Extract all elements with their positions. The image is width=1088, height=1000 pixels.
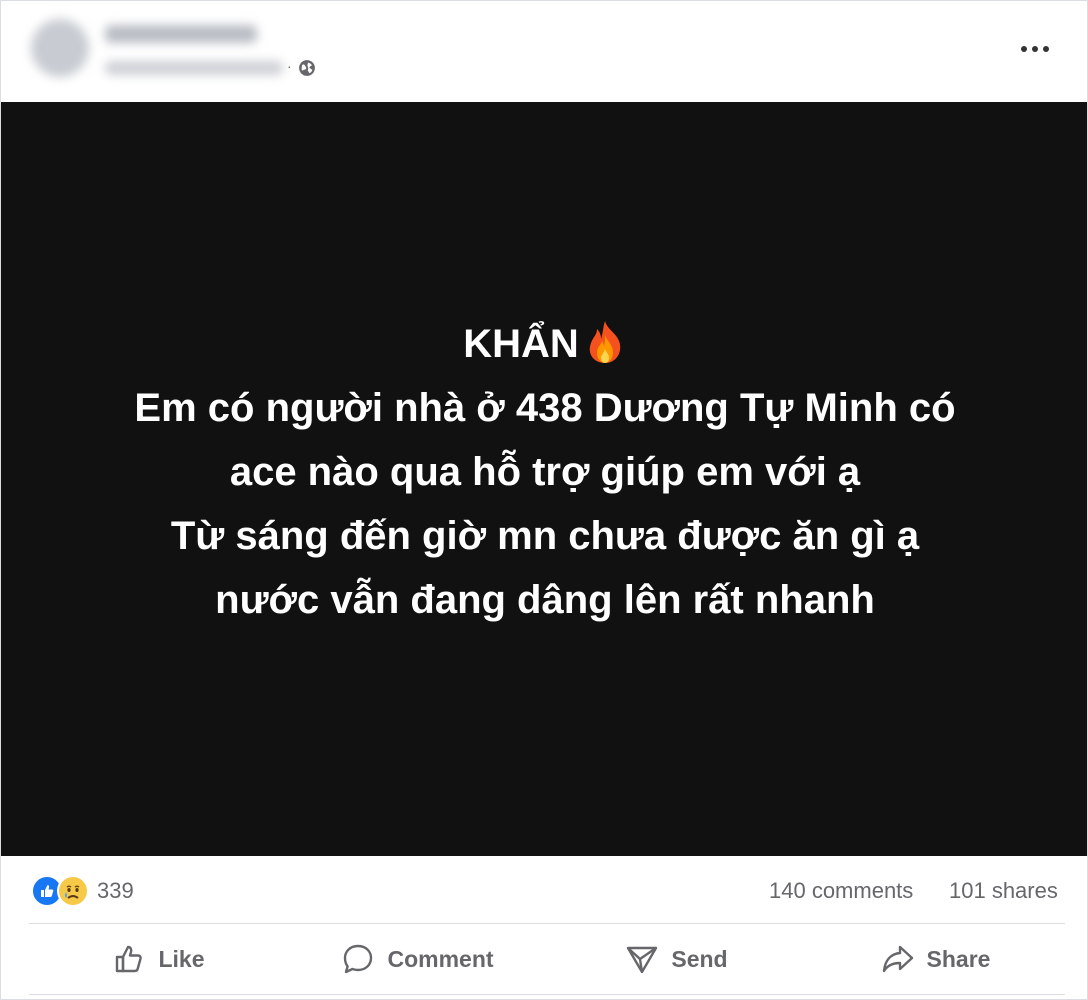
like-button[interactable]: Like: [29, 924, 288, 994]
post-text-line: KHẨN: [45, 312, 1045, 376]
comment-button[interactable]: Comment: [288, 924, 547, 994]
share-label: Share: [926, 945, 991, 972]
comments-count-link[interactable]: 140 comments: [769, 878, 913, 904]
post-text-line: Từ sáng đến giờ mn chưa được ăn gì ạ: [170, 514, 920, 558]
post-card: · KHẨN Em có người nhà ở 438 Dương Tự Mi…: [0, 0, 1088, 1000]
sad-reaction-icon: [57, 875, 89, 907]
share-icon: [882, 945, 913, 973]
like-label: Like: [158, 945, 205, 972]
post-media[interactable]: KHẨN Em có người nhà ở 438 Dương Tự Minh…: [1, 102, 1087, 856]
more-options-icon: [1021, 46, 1049, 52]
meta-separator: ·: [287, 58, 292, 74]
comment-icon: [344, 944, 373, 974]
post-text-line: nước vẫn đang dâng lên rất nhanh: [215, 578, 875, 622]
post-text-line: Em có người nhà ở 438 Dương Tự Minh có: [134, 386, 956, 430]
post-header: ·: [1, 1, 1087, 101]
more-options-button[interactable]: [1013, 35, 1057, 63]
action-bar: Like Comment Send Share: [29, 924, 1065, 994]
fire-emoji-icon: [589, 321, 620, 363]
post-timestamp-blurred[interactable]: [105, 61, 283, 75]
divider: [29, 994, 1065, 995]
share-button[interactable]: Share: [806, 924, 1065, 994]
post-text-line: ace nào qua hỗ trợ giúp em với ạ: [229, 450, 861, 494]
send-button[interactable]: Send: [547, 924, 806, 994]
send-label: Send: [671, 945, 728, 972]
shares-count-link[interactable]: 101 shares: [949, 878, 1058, 904]
comment-label: Comment: [387, 945, 494, 972]
author-name-blurred[interactable]: [105, 25, 257, 43]
send-icon: [627, 946, 658, 974]
reaction-count[interactable]: 339: [97, 878, 134, 904]
like-icon: [116, 945, 143, 973]
avatar[interactable]: [31, 19, 89, 77]
reaction-icons[interactable]: [31, 875, 89, 907]
post-text: KHẨN Em có người nhà ở 438 Dương Tự Minh…: [45, 312, 1045, 632]
globe-icon[interactable]: [298, 59, 316, 77]
